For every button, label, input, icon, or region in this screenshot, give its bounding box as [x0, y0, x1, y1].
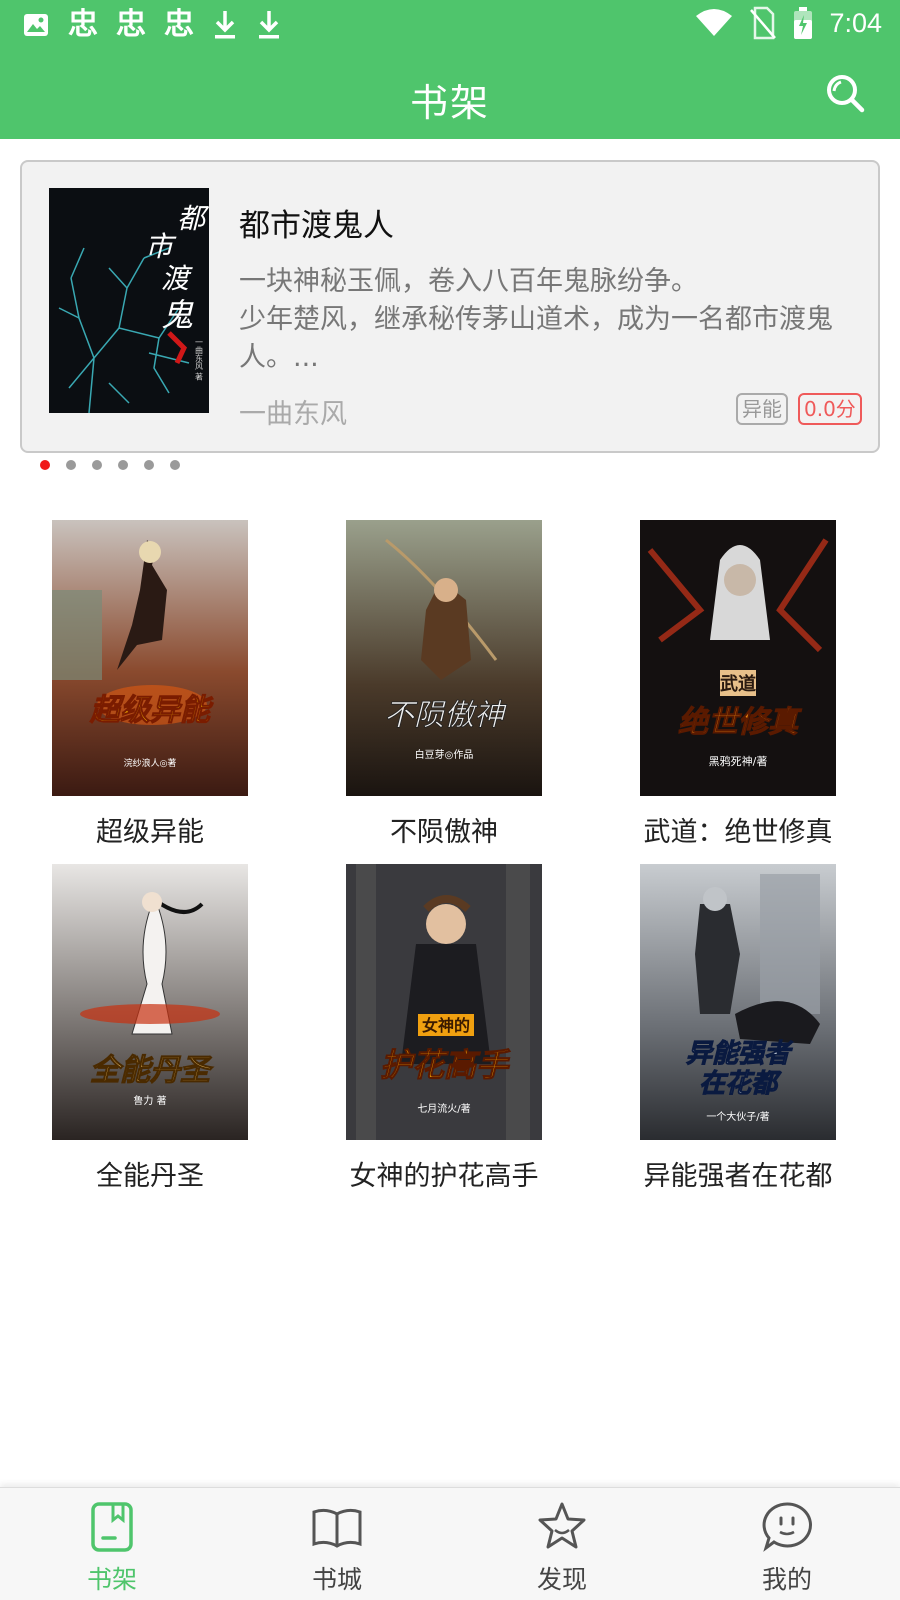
book-item[interactable]: 武道 绝世修真 黑鸦死神/著 武道：绝世修真 — [638, 520, 838, 849]
book-title[interactable]: 武道：绝世修真 — [638, 810, 838, 849]
featured-book-author: 一曲东风 — [239, 399, 347, 430]
download-icon — [215, 11, 235, 39]
tab-label: 发现 — [536, 1565, 587, 1594]
cover-title-art: 不陨傲神 — [384, 698, 507, 733]
book-item[interactable]: 不陨傲神 白豆芽◎作品 不陨傲神 — [344, 520, 544, 849]
carousel-indicator[interactable] — [40, 460, 180, 470]
app-notification-icon: 忠 — [116, 7, 146, 42]
cover-art: 女神的 护花高手 七月流火/著 — [346, 864, 542, 1140]
book-item[interactable]: 全能丹圣 鲁力 著 全能丹圣 — [50, 864, 250, 1193]
book-item[interactable]: 女神的 护花高手 七月流火/著 女神的护花高手 — [344, 864, 544, 1193]
featured-book-title[interactable]: 都市渡鬼人 — [239, 200, 394, 245]
no-sim-icon — [750, 6, 777, 40]
cover-title-art: 全能丹圣 — [90, 1053, 214, 1088]
carousel-dot[interactable] — [170, 460, 180, 470]
cover-art: 不陨傲神 白豆芽◎作品 — [346, 520, 542, 796]
cover-title-art: 护花高手 — [380, 1046, 511, 1084]
book-cover[interactable]: 超级异能 浣纱浪人◎著 — [52, 520, 248, 796]
cover-art: 武道 绝世修真 黑鸦死神/著 — [640, 520, 836, 796]
description-line: 一块神秘玉佩，卷入八百年鬼脉纷争。 — [239, 266, 698, 297]
score-tag: 0.0分 — [798, 393, 862, 425]
book-cover[interactable]: 全能丹圣 鲁力 著 — [52, 864, 248, 1140]
book-title[interactable]: 不陨傲神 — [344, 810, 544, 849]
carousel-dot-active[interactable] — [40, 460, 50, 470]
cover-author-art: 黑鸦死神/著 — [709, 754, 768, 768]
cover-author-art: 白豆芽◎作品 — [415, 748, 474, 761]
tab-label: 书城 — [311, 1565, 362, 1594]
svg-text:渡: 渡 — [161, 262, 193, 295]
cover-art: 异能强者 在花都 一个大伙子/著 — [640, 864, 836, 1140]
cover-art: 超级异能 浣纱浪人◎著 — [52, 520, 248, 796]
app-header: 忠 忠 忠 7:04 书架 — [0, 0, 900, 139]
cover-author-art: 浣纱浪人◎著 — [124, 757, 177, 769]
description-line: 少年楚风，继承秘传茅山道术，成为一名都市渡鬼人。... — [239, 304, 833, 373]
carousel-dot[interactable] — [66, 460, 76, 470]
search-icon[interactable] — [822, 70, 866, 114]
wifi-icon — [696, 9, 733, 36]
book-open-icon — [312, 1508, 362, 1548]
book-title[interactable]: 全能丹圣 — [50, 1154, 250, 1193]
star-icon — [538, 1502, 586, 1549]
bookshelf-icon — [91, 1502, 133, 1552]
cover-author-art: 一个大伙子/著 — [706, 1110, 769, 1123]
tab-bookstore[interactable]: 书城 — [277, 1500, 397, 1596]
featured-book-description: 一块神秘玉佩，卷入八百年鬼脉纷争。少年楚风，继承秘传茅山道术，成为一名都市渡鬼人… — [239, 263, 839, 377]
featured-book-cover[interactable]: 都 市 渡 鬼 一曲东风 著 — [49, 188, 209, 413]
book-cover[interactable]: 武道 绝世修真 黑鸦死神/著 — [640, 520, 836, 796]
featured-book-card[interactable]: 都 市 渡 鬼 一曲东风 著 都市渡鬼人 一块神秘玉佩，卷入八百年鬼脉纷争。少年… — [20, 160, 880, 453]
cover-badge-art: 武道 — [720, 673, 756, 695]
tab-discover[interactable]: 发现 — [502, 1500, 622, 1596]
tab-mine[interactable]: 我的 — [727, 1500, 847, 1596]
status-bar: 忠 忠 忠 7:04 — [0, 0, 900, 52]
cover-art: 全能丹圣 鲁力 著 — [52, 864, 248, 1140]
book-cover[interactable]: 异能强者 在花都 一个大伙子/著 — [640, 864, 836, 1140]
carousel-dot[interactable] — [92, 460, 102, 470]
svg-text:都: 都 — [177, 202, 209, 235]
svg-text:鬼: 鬼 — [161, 296, 194, 334]
bottom-navigation: 书架 书城 发现 我的 — [0, 1487, 900, 1600]
carousel-dot[interactable] — [144, 460, 154, 470]
cover-badge-art: 女神的 — [422, 1016, 470, 1035]
tab-label: 我的 — [761, 1565, 812, 1594]
book-title[interactable]: 超级异能 — [50, 810, 250, 849]
battery-icon — [794, 7, 813, 39]
cover-author-art: 鲁力 著 — [133, 1094, 166, 1107]
tab-label: 书架 — [86, 1565, 137, 1594]
svg-text:异能强者: 异能强者 — [686, 1039, 794, 1069]
genre-tag: 异能 — [736, 393, 788, 425]
book-title[interactable]: 女神的护花高手 — [344, 1154, 544, 1193]
download-icon — [259, 11, 279, 39]
svg-text:市: 市 — [145, 230, 177, 263]
cover-title-art: 绝世修真 — [678, 705, 802, 740]
svg-text:一曲东风 著: 一曲东风 著 — [195, 338, 204, 382]
book-cover[interactable]: 女神的 护花高手 七月流火/著 — [346, 864, 542, 1140]
cover-title-art: 超级异能 — [89, 693, 214, 728]
clock: 7:04 — [829, 7, 882, 38]
page-title: 书架 — [409, 81, 490, 125]
image-notification-icon — [24, 14, 48, 36]
chat-bubble-icon — [762, 1502, 812, 1552]
book-cover[interactable]: 不陨傲神 白豆芽◎作品 — [346, 520, 542, 796]
book-item[interactable]: 异能强者 在花都 一个大伙子/著 异能强者在花都 — [638, 864, 838, 1193]
notification-icons: 忠 忠 忠 — [22, 8, 282, 42]
app-notification-icon: 忠 — [68, 7, 98, 42]
book-item[interactable]: 超级异能 浣纱浪人◎著 超级异能 — [50, 520, 250, 849]
carousel-dot[interactable] — [118, 460, 128, 470]
tab-bookshelf[interactable]: 书架 — [52, 1500, 172, 1596]
book-title[interactable]: 异能强者在花都 — [638, 1154, 838, 1193]
system-status: 7:04 — [695, 6, 882, 40]
app-notification-icon: 忠 — [164, 7, 194, 42]
svg-text:在花都: 在花都 — [699, 1069, 782, 1099]
cover-art: 都 市 渡 鬼 一曲东风 著 — [49, 188, 209, 413]
cover-author-art: 七月流火/著 — [417, 1102, 470, 1115]
